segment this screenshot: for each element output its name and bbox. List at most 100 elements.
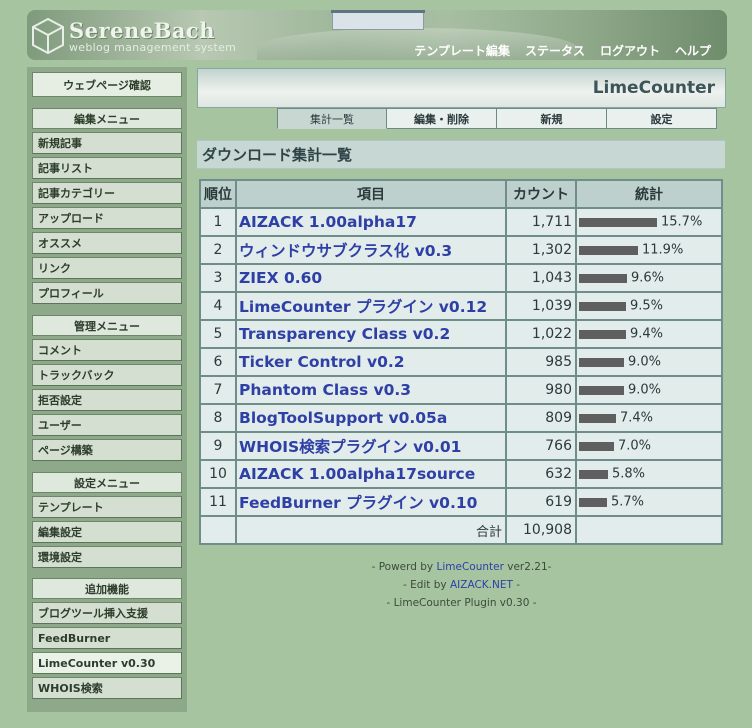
count-cell: 809 — [505, 403, 577, 433]
count-cell: 619 — [505, 487, 577, 517]
item-link[interactable]: FeedBurner プラグイン v0.10 — [235, 487, 507, 517]
table-row: 5 Transparency Class v0.2 1,022 9.4% — [199, 319, 723, 349]
count-cell: 1,039 — [505, 291, 577, 321]
sidebar-item-recommend[interactable]: オススメ — [32, 232, 182, 254]
sidebar-item-deny-settings[interactable]: 拒否設定 — [32, 389, 182, 411]
stats-cell: 7.4% — [575, 403, 723, 433]
limecounter-link[interactable]: LimeCounter — [437, 561, 504, 573]
rank-cell: 7 — [199, 375, 237, 405]
count-cell: 980 — [505, 375, 577, 405]
plugin-title-bar: LimeCounter — [197, 68, 726, 108]
share-percent: 5.8% — [612, 466, 646, 482]
total-count: 10,908 — [505, 515, 577, 545]
stats-cell: 11.9% — [575, 235, 723, 265]
sidebar-item-env-settings[interactable]: 環境設定 — [32, 546, 182, 568]
share-bar — [579, 329, 626, 339]
footer-line-edit: - Edit by AIZACK.NET - — [197, 576, 726, 594]
nav-logout[interactable]: ログアウト — [600, 42, 660, 59]
stats-cell: 9.5% — [575, 291, 723, 321]
item-link[interactable]: Ticker Control v0.2 — [235, 347, 507, 377]
sidebar-item-template[interactable]: テンプレート — [32, 496, 182, 518]
rank-cell: 4 — [199, 291, 237, 321]
sidebar-item-comment[interactable]: コメント — [32, 339, 182, 361]
col-count-header: カウント — [505, 179, 577, 209]
table-row: 10 AIZACK 1.00alpha17source 632 5.8% — [199, 459, 723, 489]
tab-new[interactable]: 新規 — [497, 108, 607, 129]
share-bar — [579, 273, 627, 283]
tab-summary[interactable]: 集計一覧 — [277, 108, 387, 129]
item-link[interactable]: ウィンドウサブクラス化 v0.3 — [235, 235, 507, 265]
share-bar — [579, 301, 626, 311]
sidebar-item-page-build[interactable]: ページ構築 — [32, 439, 182, 461]
col-rank-header: 順位 — [199, 179, 237, 209]
item-link[interactable]: Transparency Class v0.2 — [235, 319, 507, 349]
sidebar-item-upload[interactable]: アップロード — [32, 207, 182, 229]
share-bar — [579, 413, 616, 423]
footer-line-version: - LimeCounter Plugin v0.30 - — [386, 597, 537, 609]
rank-cell: 3 — [199, 263, 237, 293]
sidebar-item-link[interactable]: リンク — [32, 257, 182, 279]
rank-cell: 9 — [199, 431, 237, 461]
item-link[interactable]: ZIEX 0.60 — [235, 263, 507, 293]
sidebar-item-edit-settings[interactable]: 編集設定 — [32, 521, 182, 543]
edit-menu-heading: 編集メニュー — [32, 108, 182, 129]
rank-cell: 1 — [199, 207, 237, 237]
item-link[interactable]: AIZACK 1.00alpha17 — [235, 207, 507, 237]
share-bar — [579, 245, 638, 255]
count-cell: 766 — [505, 431, 577, 461]
rank-cell: 8 — [199, 403, 237, 433]
item-link[interactable]: AIZACK 1.00alpha17source — [235, 459, 507, 489]
rank-cell: 6 — [199, 347, 237, 377]
table-row: 3 ZIEX 0.60 1,043 9.6% — [199, 263, 723, 293]
admin-menu-heading: 管理メニュー — [32, 315, 182, 336]
sidebar-item-profile[interactable]: プロフィール — [32, 282, 182, 304]
table-row: 6 Ticker Control v0.2 985 9.0% — [199, 347, 723, 377]
share-percent: 9.4% — [630, 326, 664, 342]
table-row: 11 FeedBurner プラグイン v0.10 619 5.7% — [199, 487, 723, 517]
table-row: 4 LimeCounter プラグイン v0.12 1,039 9.5% — [199, 291, 723, 321]
tab-settings[interactable]: 設定 — [607, 108, 717, 129]
tab-edit-delete[interactable]: 編集・削除 — [387, 108, 497, 129]
table-row: 9 WHOIS検索プラグイン v0.01 766 7.0% — [199, 431, 723, 461]
stats-cell: 9.6% — [575, 263, 723, 293]
nav-template-edit[interactable]: テンプレート編集 — [414, 42, 510, 59]
sidebar-item-trackback[interactable]: トラックバック — [32, 364, 182, 386]
sidebar-item-article-category[interactable]: 記事カテゴリー — [32, 182, 182, 204]
total-label: 合計 — [235, 515, 507, 545]
footer-edit-suffix: - — [512, 579, 521, 591]
addons-heading: 追加機能 — [32, 578, 182, 599]
rank-cell: 2 — [199, 235, 237, 265]
item-link[interactable]: LimeCounter プラグイン v0.12 — [235, 291, 507, 321]
count-cell: 632 — [505, 459, 577, 489]
stats-cell: 9.0% — [575, 375, 723, 405]
share-bar — [579, 217, 657, 227]
item-link[interactable]: Phantom Class v0.3 — [235, 375, 507, 405]
rank-cell: 5 — [199, 319, 237, 349]
sidebar-item-feedburner[interactable]: FeedBurner — [32, 627, 182, 649]
sidebar-item-users[interactable]: ユーザー — [32, 414, 182, 436]
share-percent: 5.7% — [611, 494, 645, 510]
nav-status[interactable]: ステータス — [525, 42, 585, 59]
stats-cell: 7.0% — [575, 431, 723, 461]
sidebar-item-article-list[interactable]: 記事リスト — [32, 157, 182, 179]
item-link[interactable]: WHOIS検索プラグイン v0.01 — [235, 431, 507, 461]
count-cell: 1,302 — [505, 235, 577, 265]
header-banner: SereneBach weblog management system テンプレ… — [27, 10, 727, 60]
view-webpage-button[interactable]: ウェブページ確認 — [32, 72, 182, 97]
count-cell: 1,711 — [505, 207, 577, 237]
sidebar-item-new-article[interactable]: 新規記事 — [32, 132, 182, 154]
nav-help[interactable]: ヘルプ — [675, 42, 711, 59]
aizack-link[interactable]: AIZACK.NET — [450, 579, 513, 591]
logo-title[interactable]: SereneBach — [69, 18, 215, 43]
sidebar-item-limecounter[interactable]: LimeCounter v0.30 — [32, 652, 182, 674]
sidebar: ウェブページ確認 編集メニュー 新規記事 記事リスト 記事カテゴリー アップロー… — [27, 67, 187, 712]
rank-cell: 10 — [199, 459, 237, 489]
col-item-header: 項目 — [235, 179, 507, 209]
count-cell: 985 — [505, 347, 577, 377]
stats-cell: 9.0% — [575, 347, 723, 377]
sidebar-item-whois[interactable]: WHOIS検索 — [32, 677, 182, 699]
download-stats-table: 順位 項目 カウント 統計 1 AIZACK 1.00alpha17 1,711 15… — [199, 179, 723, 545]
col-stats-header: 統計 — [575, 179, 723, 209]
sidebar-item-blogtool-support[interactable]: ブログツール挿入支援 — [32, 602, 182, 624]
item-link[interactable]: BlogToolSupport v0.05a — [235, 403, 507, 433]
